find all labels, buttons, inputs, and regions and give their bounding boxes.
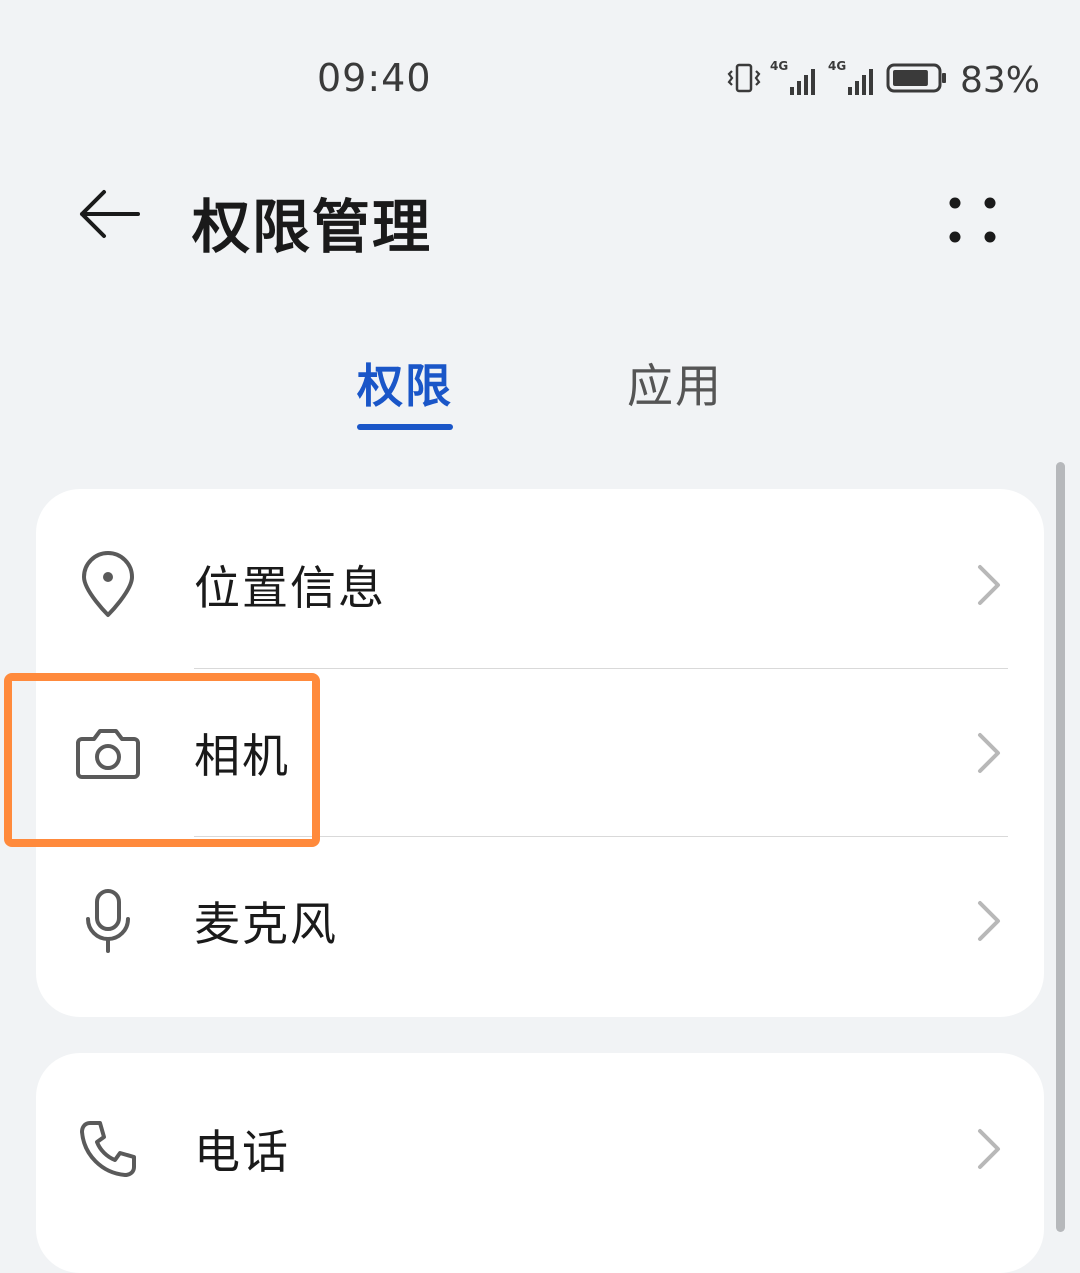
battery-percentage: 83% — [959, 59, 1040, 101]
location-pin-icon — [72, 549, 144, 621]
page-title: 权限管理 — [192, 193, 433, 261]
more-dots-icon — [949, 197, 996, 243]
battery-icon — [886, 62, 948, 98]
tab-bar: 权限 应用 — [0, 340, 1080, 440]
signal-2-icon: 4G — [828, 59, 878, 97]
permission-label: 电话 — [194, 1125, 290, 1179]
permission-item-phone[interactable]: 电话 — [36, 1065, 1044, 1233]
signal-1-icon: 4G — [770, 59, 820, 97]
status-icons: 4G 4G 83% — [726, 58, 1040, 102]
status-bar: 09:40 4G 4G 83% — [0, 0, 1080, 160]
arrow-left-icon — [80, 190, 140, 238]
highlight-box — [4, 673, 320, 847]
more-options-button[interactable] — [940, 188, 1000, 248]
permission-item-location[interactable]: 位置信息 — [36, 501, 1044, 669]
chevron-right-icon — [978, 565, 1000, 605]
microphone-icon — [72, 885, 144, 957]
scrollbar[interactable] — [1056, 462, 1065, 1232]
phone-icon — [72, 1113, 144, 1185]
permission-label: 麦克风 — [194, 897, 338, 951]
tab-active-indicator — [357, 424, 453, 430]
permission-item-microphone[interactable]: 麦克风 — [36, 837, 1044, 1005]
permission-label: 位置信息 — [194, 561, 386, 615]
chevron-right-icon — [978, 1129, 1000, 1169]
app-bar: 权限管理 — [0, 160, 1080, 270]
status-time: 09:40 — [317, 56, 432, 100]
vibrate-icon — [726, 62, 762, 98]
permission-card-secondary: 电话 — [36, 1053, 1044, 1273]
chevron-right-icon — [978, 901, 1000, 941]
tab-apps[interactable]: 应用 — [627, 350, 723, 416]
back-button[interactable] — [72, 182, 144, 246]
tab-permissions[interactable]: 权限 — [357, 350, 453, 416]
chevron-right-icon — [978, 733, 1000, 773]
